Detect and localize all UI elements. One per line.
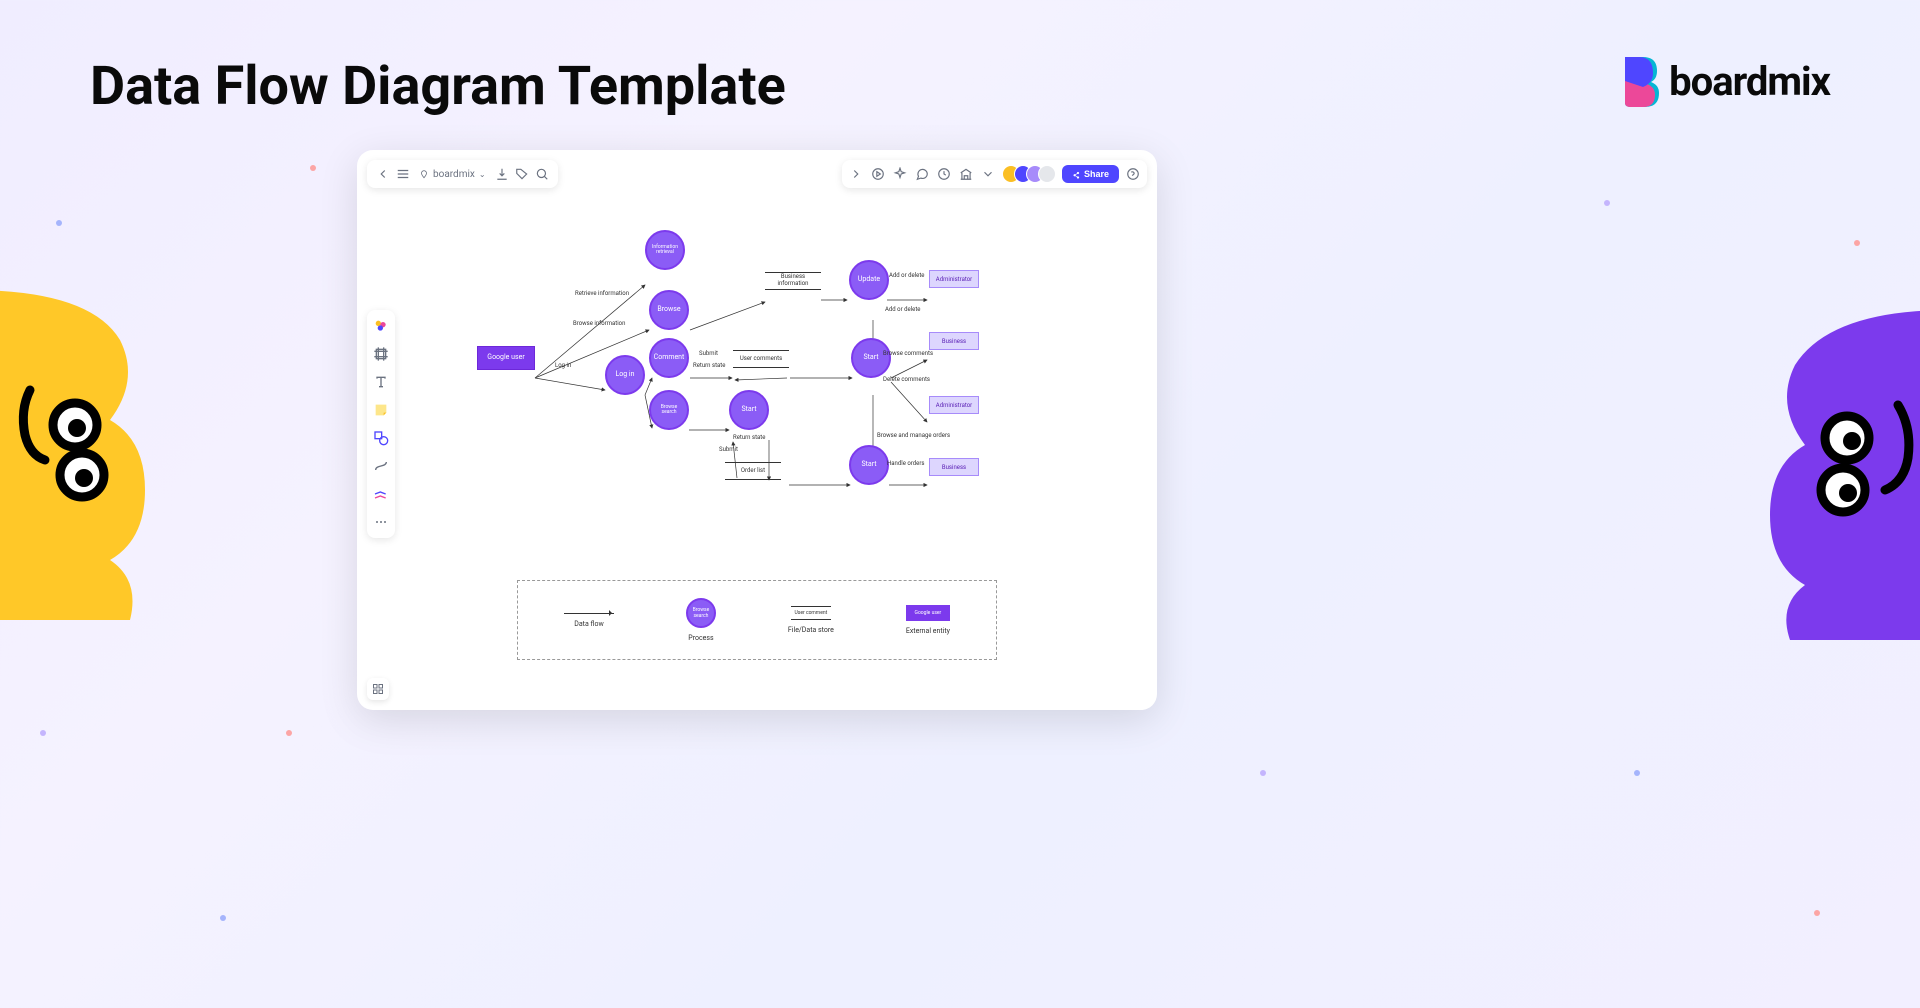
label-handle-orders: Handle orders xyxy=(887,460,924,467)
label-browse-info: Browse information xyxy=(573,320,625,327)
store-user-comments[interactable]: User comments xyxy=(733,350,789,368)
entity-admin2[interactable]: Administrator xyxy=(929,396,979,414)
connector-tool-icon[interactable] xyxy=(371,456,391,476)
frame-tool-icon[interactable] xyxy=(371,344,391,364)
label-add-delete1: Add or delete xyxy=(889,272,924,279)
label-browse-manage: Browse and manage orders xyxy=(877,432,950,439)
process-login[interactable]: Log in xyxy=(605,355,645,395)
toolbar-left: boardmix ⌄ xyxy=(367,160,558,188)
expand-icon[interactable] xyxy=(848,166,864,182)
label-submit2: Submit xyxy=(719,446,738,453)
page-title: Data Flow Diagram Template xyxy=(90,55,786,118)
decorative-blob-yellow xyxy=(0,290,210,624)
more-tool-icon[interactable] xyxy=(371,512,391,532)
store-business-info[interactable]: Business information xyxy=(765,272,821,290)
legend-process: Browse search Process xyxy=(686,598,716,642)
tag-icon[interactable] xyxy=(514,166,530,182)
bank-icon[interactable] xyxy=(958,166,974,182)
side-toolbar xyxy=(367,310,395,538)
text-tool-icon[interactable] xyxy=(371,372,391,392)
back-icon[interactable] xyxy=(375,166,391,182)
search-icon[interactable] xyxy=(534,166,550,182)
label-retrieve: Retrieve information xyxy=(575,290,629,297)
avatar-stack[interactable] xyxy=(1002,165,1056,183)
shape-tool-icon[interactable] xyxy=(371,428,391,448)
brand-logo-block: boardmix xyxy=(1617,55,1830,107)
label-return-state: Return state xyxy=(693,362,725,369)
sparkle-icon[interactable] xyxy=(892,166,908,182)
entity-business2[interactable]: Business xyxy=(929,458,979,476)
process-info-retrieval[interactable]: Information retrieval xyxy=(645,230,685,270)
legend-entity: Google user External entity xyxy=(906,605,950,635)
play-icon[interactable] xyxy=(870,166,886,182)
label-add-delete2: Add or delete xyxy=(885,306,920,313)
app-window: boardmix ⌄ Share xyxy=(357,150,1157,710)
label-return-state2: Return state xyxy=(733,434,765,441)
history-icon[interactable] xyxy=(936,166,952,182)
brand-logo-icon xyxy=(1617,55,1659,107)
process-comment[interactable]: Comment xyxy=(649,338,689,378)
chat-icon[interactable] xyxy=(914,166,930,182)
brand-name: boardmix xyxy=(1669,58,1830,105)
process-start2[interactable]: Start xyxy=(851,338,891,378)
help-icon[interactable] xyxy=(1125,166,1141,182)
entity-google-user[interactable]: Google user xyxy=(477,346,535,370)
menu-icon[interactable] xyxy=(395,166,411,182)
label-browse-comments: Browse comments xyxy=(883,350,933,357)
chevron-down-icon[interactable] xyxy=(980,166,996,182)
sticky-note-tool-icon[interactable] xyxy=(371,400,391,420)
decorative-blob-purple xyxy=(1700,310,1920,644)
share-button[interactable]: Share xyxy=(1062,165,1119,183)
process-browse[interactable]: Browse xyxy=(649,290,689,330)
cursor-tool-icon[interactable] xyxy=(371,316,391,336)
legend-store: User comment File/Data store xyxy=(788,606,834,634)
store-order-list[interactable]: Order list xyxy=(725,462,781,480)
process-browse-search[interactable]: Browse search xyxy=(649,390,689,430)
legend: Data flow Browse search Process User com… xyxy=(517,580,997,660)
breadcrumb[interactable]: boardmix ⌄ xyxy=(415,169,490,180)
entity-admin1[interactable]: Administrator xyxy=(929,270,979,288)
process-update[interactable]: Update xyxy=(849,260,889,300)
label-delete-comments: Delete comments xyxy=(883,376,930,383)
pen-tool-icon[interactable] xyxy=(371,484,391,504)
download-icon[interactable] xyxy=(494,166,510,182)
label-submit: Submit xyxy=(699,350,718,357)
grid-icon[interactable] xyxy=(367,678,389,700)
legend-dataflow: Data flow xyxy=(564,613,614,628)
toolbar-right: Share xyxy=(842,160,1147,188)
process-start1[interactable]: Start xyxy=(729,390,769,430)
label-login: Log in xyxy=(555,362,571,369)
entity-business1[interactable]: Business xyxy=(929,332,979,350)
process-start3[interactable]: Start xyxy=(849,445,889,485)
